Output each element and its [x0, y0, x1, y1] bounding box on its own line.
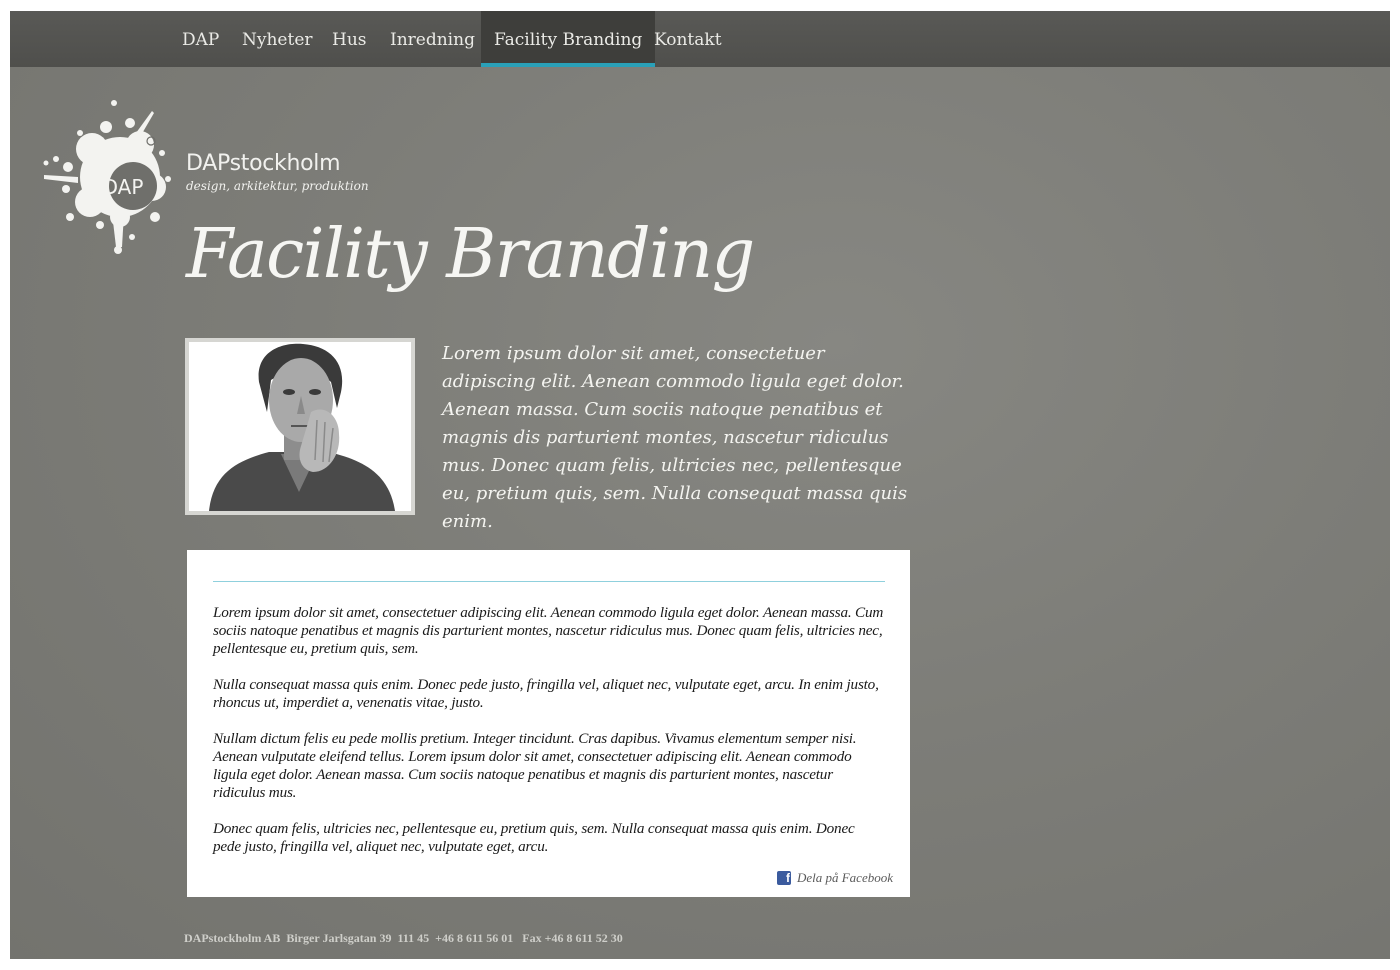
article-body: Lorem ipsum dolor sit amet, consectetuer… — [213, 604, 885, 874]
facebook-icon: f — [776, 871, 791, 885]
logo-text: DAP — [102, 175, 144, 199]
nav-item-hus[interactable]: Hus — [319, 11, 380, 67]
page-title: Facility Branding — [186, 215, 755, 294]
brand-tagline: design, arkitektur, produktion — [186, 179, 369, 193]
footer-contact-info: DAPstockholm AB Birger Jarlsgatan 39 111… — [184, 931, 623, 945]
nav-item-inredning[interactable]: Inredning — [377, 11, 488, 67]
top-navigation: DAP Nyheter Hus Inredning Facility Brand… — [10, 11, 1390, 67]
article-paragraph: Donec quam felis, ultricies nec, pellent… — [213, 820, 855, 855]
share-facebook-link[interactable]: f Dela på Facebook — [776, 870, 893, 886]
nav-item-dap[interactable]: DAP — [169, 11, 232, 67]
intro-text: Lorem ipsum dolor sit amet, consectetuer… — [442, 343, 908, 532]
share-label: Dela på Facebook — [796, 870, 893, 885]
brand-name: DAPstockholm — [186, 151, 341, 176]
nav-item-facility-branding[interactable]: Facility Branding — [481, 11, 656, 67]
portrait-photo — [189, 342, 411, 511]
portrait-photo-frame — [185, 338, 415, 515]
content-card: Lorem ipsum dolor sit amet, consectetuer… — [187, 550, 910, 897]
nav-item-kontakt[interactable]: Kontakt — [641, 11, 735, 67]
page: DAP Nyheter Hus Inredning Facility Brand… — [10, 11, 1390, 959]
card-divider — [213, 581, 885, 582]
article-paragraph: Nulla consequat massa quis enim. Donec p… — [213, 676, 879, 711]
nav-item-nyheter[interactable]: Nyheter — [229, 11, 326, 67]
article-paragraph: Lorem ipsum dolor sit amet, consectetuer… — [213, 604, 884, 657]
article-paragraph: Nullam dictum felis eu pede mollis preti… — [213, 730, 857, 801]
portrait-illustration — [189, 342, 411, 511]
